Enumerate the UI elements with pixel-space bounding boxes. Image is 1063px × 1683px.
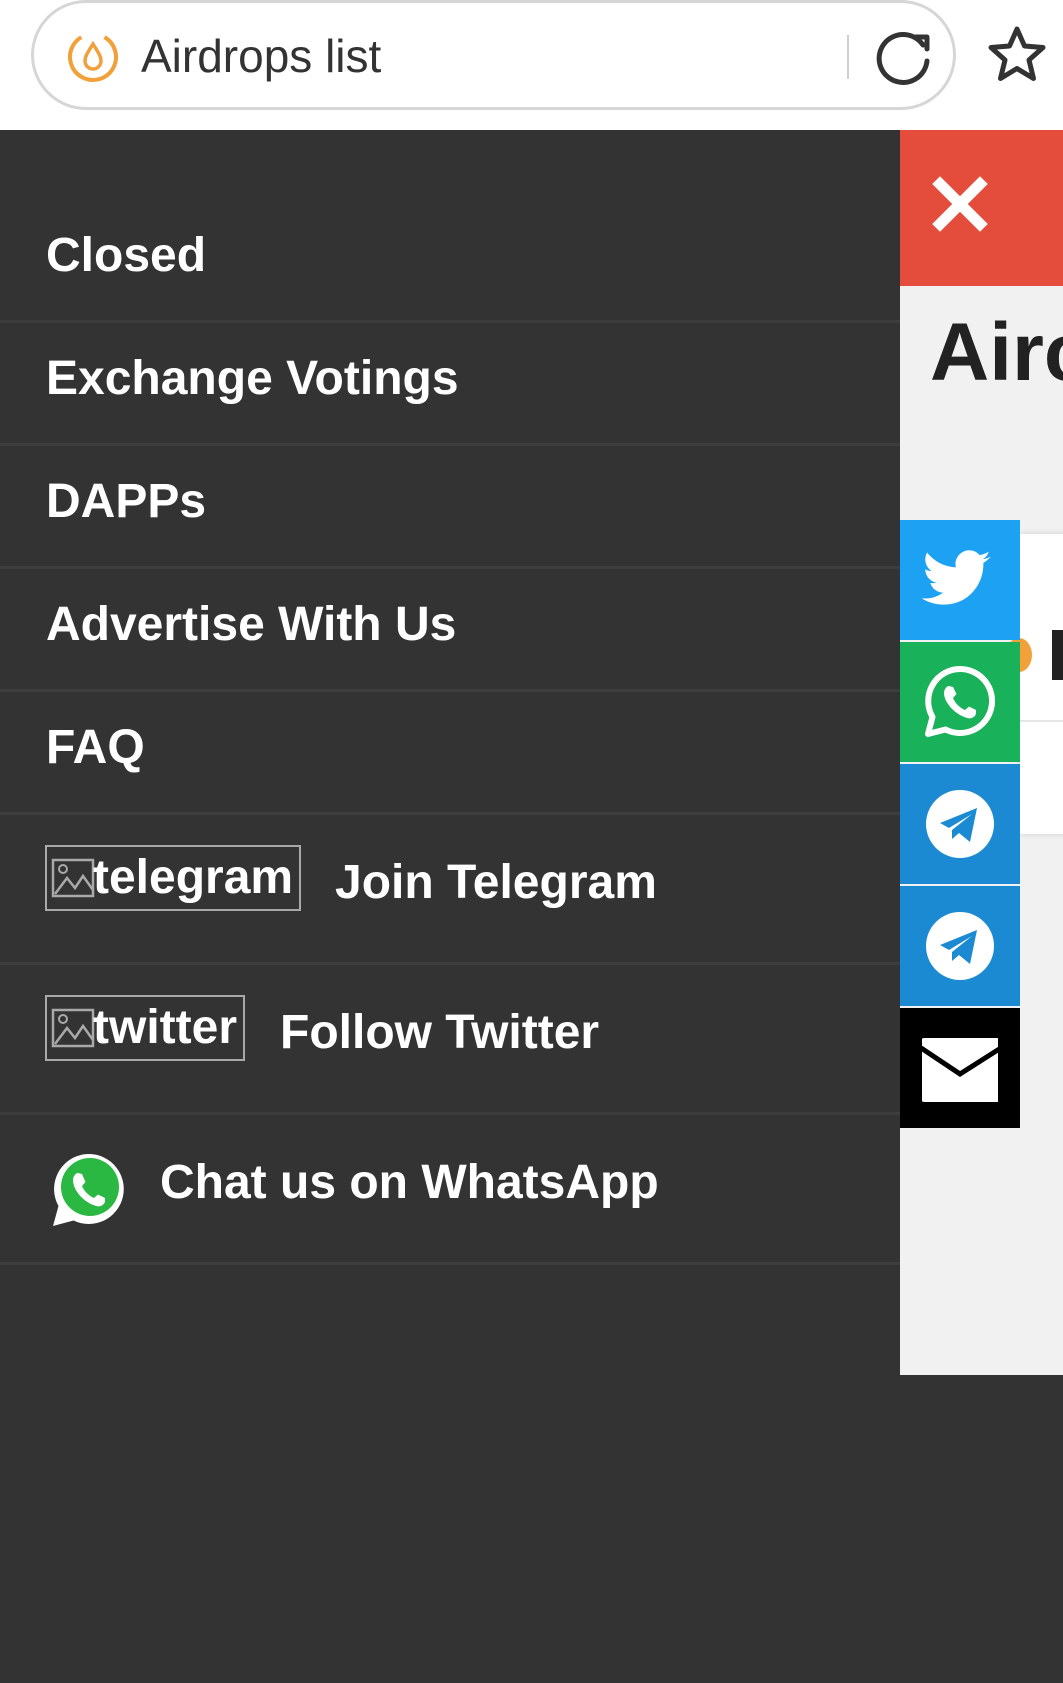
- menu-item-whatsapp-chat[interactable]: Chat us on WhatsApp: [0, 1115, 900, 1265]
- telegram-icon: [926, 790, 994, 858]
- broken-image-twitter: twitter: [45, 995, 245, 1061]
- menu-item-follow-twitter[interactable]: twitter Follow Twitter: [0, 965, 900, 1115]
- menu-item-label[interactable]: Closed: [46, 226, 206, 286]
- close-menu-button[interactable]: [900, 130, 1063, 286]
- email-icon: [922, 1038, 998, 1102]
- broken-image-telegram: telegram: [45, 845, 302, 911]
- menu-item-exchange-votings[interactable]: Exchange Votings: [0, 323, 900, 446]
- share-whatsapp-button[interactable]: [900, 642, 1020, 762]
- page-title[interactable]: Airdrops list: [141, 28, 381, 84]
- image-alt-text: twitter: [93, 1001, 237, 1054]
- twitter-icon: [922, 550, 992, 605]
- reload-icon: [876, 31, 930, 85]
- follow-twitter-link[interactable]: Follow Twitter: [280, 1003, 599, 1063]
- menu-item-label[interactable]: FAQ: [46, 718, 145, 778]
- join-telegram-link[interactable]: Join Telegram: [335, 853, 657, 913]
- airdrop-droplet-icon: [66, 30, 120, 84]
- menu-item-label[interactable]: DAPPs: [46, 472, 206, 532]
- star-icon: [988, 26, 1046, 81]
- image-alt-text: telegram: [93, 851, 294, 904]
- bookmark-star-button[interactable]: [986, 24, 1048, 86]
- whatsapp-chat-link[interactable]: Chat us on WhatsApp: [160, 1153, 659, 1213]
- menu-item-label[interactable]: Advertise With Us: [46, 595, 456, 655]
- reload-button[interactable]: [871, 25, 937, 91]
- share-telegram-button[interactable]: [900, 764, 1020, 884]
- broken-image-icon: [51, 858, 95, 898]
- share-bar: [900, 520, 1020, 1130]
- share-twitter-button[interactable]: [900, 520, 1020, 640]
- whatsapp-icon: [50, 1151, 128, 1229]
- background-text-fragment: [1052, 630, 1063, 680]
- menu-list: Closed Exchange Votings DAPPs Advertise …: [0, 200, 900, 1265]
- share-email-button[interactable]: [900, 1008, 1020, 1128]
- background-card: [1020, 534, 1063, 834]
- background-card-divider: [1020, 720, 1063, 722]
- menu-item-dapps[interactable]: DAPPs: [0, 446, 900, 569]
- broken-image-icon: [51, 1008, 95, 1048]
- menu-item-advertise[interactable]: Advertise With Us: [0, 569, 900, 692]
- menu-item-label[interactable]: Exchange Votings: [46, 349, 459, 409]
- menu-item-closed[interactable]: Closed: [0, 200, 900, 323]
- browser-toolbar: Airdrops list: [0, 0, 1063, 130]
- menu-item-join-telegram[interactable]: telegram Join Telegram: [0, 815, 900, 965]
- whatsapp-icon: [925, 666, 996, 737]
- share-telegram-channel-button[interactable]: [900, 886, 1020, 1006]
- side-drawer-menu: Closed Exchange Votings DAPPs Advertise …: [0, 130, 900, 1683]
- address-bar[interactable]: Airdrops list: [31, 0, 956, 110]
- telegram-icon: [926, 912, 994, 980]
- address-bar-divider: [847, 35, 849, 79]
- menu-item-faq[interactable]: FAQ: [0, 692, 900, 815]
- background-page-heading: Airc: [930, 307, 1063, 398]
- close-icon: [932, 176, 988, 232]
